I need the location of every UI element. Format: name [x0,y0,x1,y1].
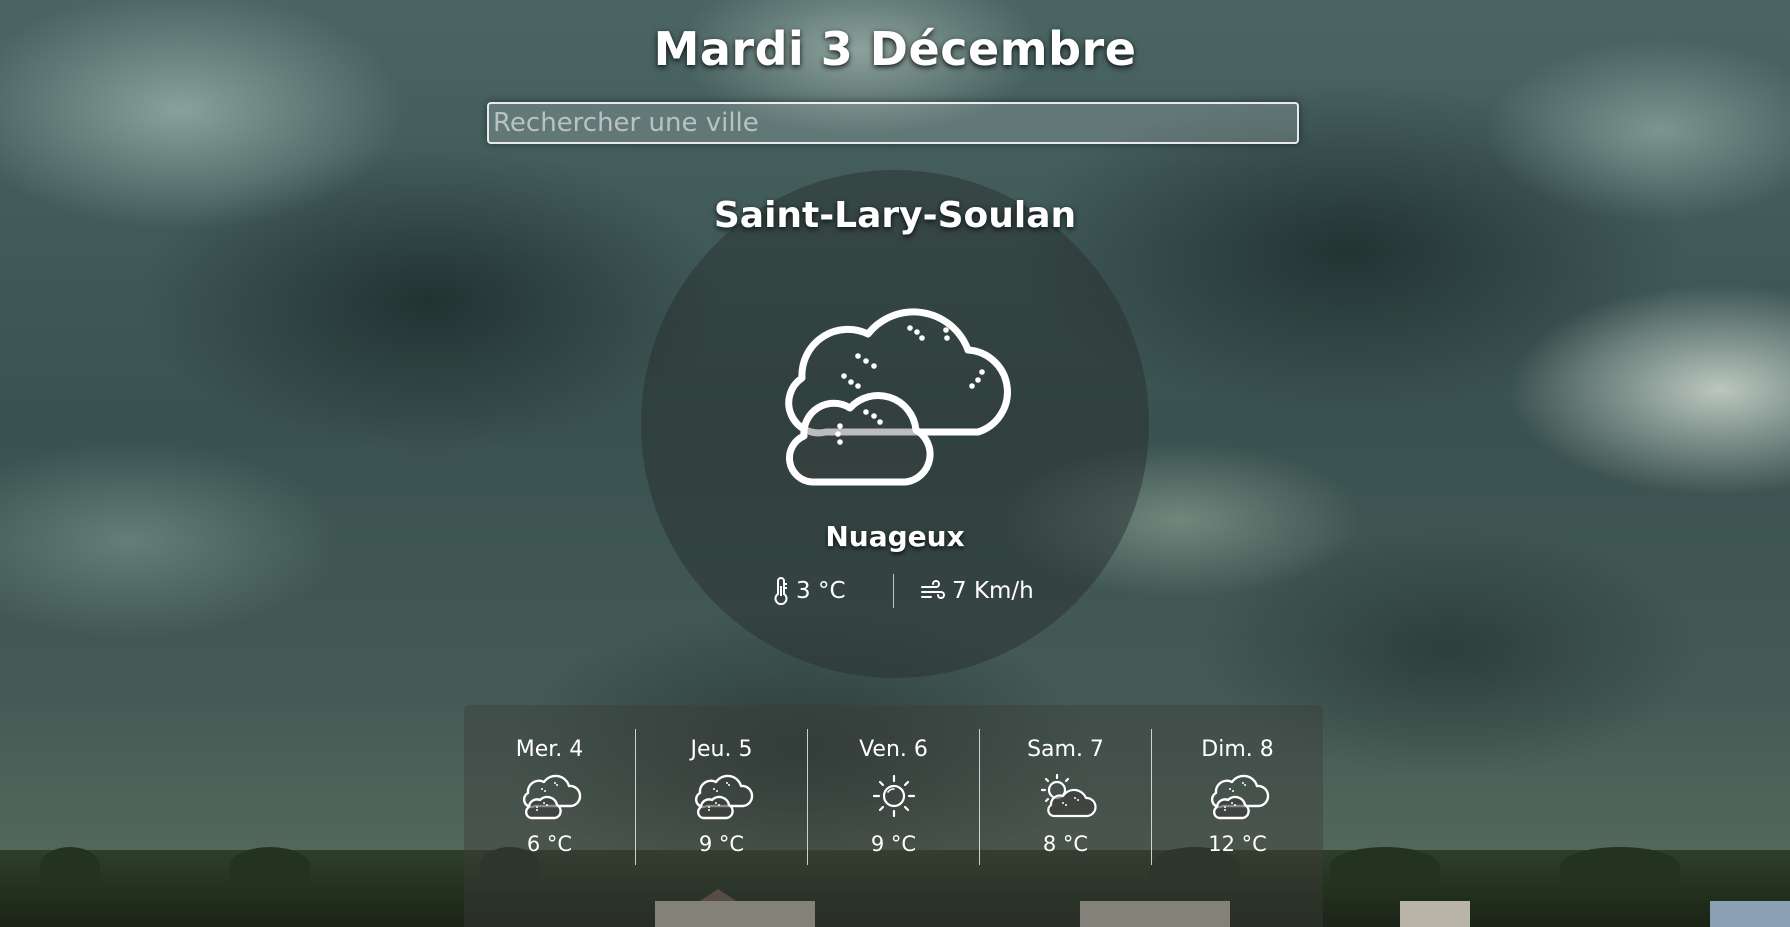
forecast-day-label: Dim. 8 [1201,737,1274,762]
forecast-temp: 9 °C [698,832,745,856]
forecast-temp: 6 °C [526,832,573,856]
stats-divider [893,574,894,608]
forecast-day-label: Sam. 7 [1027,737,1104,762]
forecast-day: Ven. 6 9 °C [807,729,979,865]
current-stats: 3 °C 7 Km/h [760,574,1060,608]
cloudy-icon [785,308,1011,486]
forecast-day: Jeu. 5 9 °C [635,729,807,865]
partly-cloudy-icon [1040,773,1097,818]
forecast-day: Mer. 4 6 °C [464,729,635,865]
forecast-day: Dim. 8 12 °C [1151,729,1323,865]
weather-condition: Nuageux [825,520,965,553]
cloudy-icon [694,774,753,820]
wind-icon [921,580,945,599]
forecast-day: Sam. 7 8 °C [979,729,1151,865]
temperature-value: 3 °C [796,578,846,604]
background-house [1710,901,1790,927]
background-tree [1330,847,1440,885]
city-name: Saint-Lary-Soulan [713,195,1077,236]
background-tree [40,847,100,885]
forecast-temp: 8 °C [1042,832,1089,856]
forecast-day-label: Ven. 6 [859,737,928,762]
sun-icon [872,774,915,818]
cloudy-icon [1210,774,1269,820]
forecast-panel: Mer. 4 6 °C Jeu. 5 9 °C Ven. 6 9 °C Sam.… [464,705,1323,927]
forecast-temp: 12 °C [1208,832,1267,856]
background-house [1400,901,1470,927]
wind-value: 7 Km/h [952,578,1034,604]
forecast-day-label: Jeu. 5 [690,737,753,762]
wind-stat: 7 Km/h [920,574,1034,608]
background-tree [1560,847,1680,885]
page-title: Mardi 3 Décembre [653,22,1137,76]
background-tree [230,847,310,885]
cloudy-icon [522,774,581,820]
temperature-stat: 3 °C [772,574,846,608]
thermometer-icon [774,577,788,605]
forecast-temp: 9 °C [870,832,917,856]
search-input[interactable] [487,102,1299,144]
forecast-day-label: Mer. 4 [515,737,584,762]
